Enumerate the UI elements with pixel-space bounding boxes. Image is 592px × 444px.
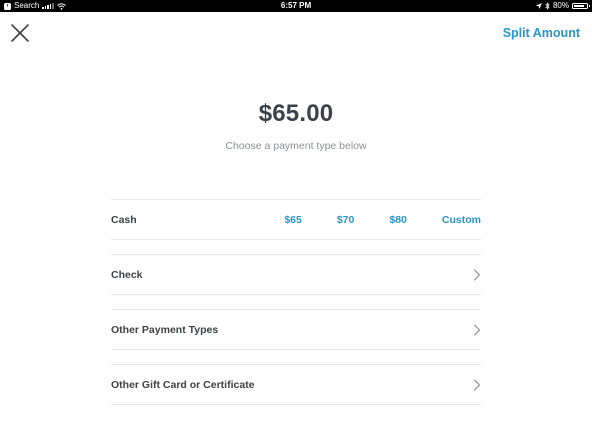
cash-row: Cash $65 $70 $80 Custom [111,199,481,240]
check-label: Check [111,269,143,281]
other-payment-types-row[interactable]: Other Payment Types [111,309,481,350]
check-row[interactable]: Check [111,254,481,295]
chevron-right-icon [473,324,481,336]
cash-option-80-button[interactable]: $80 [389,200,407,240]
other-payment-types-label: Other Payment Types [111,324,219,336]
status-bar: ‹ Search 6:57 PM 80% [0,0,592,12]
close-icon[interactable] [10,23,30,43]
battery-percent: 80% [552,1,569,10]
gift-card-row[interactable]: Other Gift Card or Certificate [111,364,481,405]
cash-option-custom-button[interactable]: Custom [442,200,481,240]
payment-subtitle: Choose a payment type below [225,140,367,152]
gift-card-label: Other Gift Card or Certificate [111,379,255,391]
cash-quick-amounts: $65 $70 $80 Custom [284,200,481,240]
battery-icon [572,3,590,9]
payment-amount: $65.00 [258,100,334,127]
split-amount-button[interactable]: Split Amount [503,26,580,40]
payment-type-list: Cash $65 $70 $80 Custom Check Other Paym… [111,199,481,419]
cash-option-70-button[interactable]: $70 [337,200,355,240]
bluetooth-icon [545,2,550,10]
location-icon [535,3,542,9]
chevron-right-icon [473,379,481,391]
chevron-right-icon [473,269,481,281]
cash-option-65-button[interactable]: $65 [284,200,302,240]
status-time: 6:57 PM [280,1,312,10]
cash-label: Cash [111,214,137,226]
